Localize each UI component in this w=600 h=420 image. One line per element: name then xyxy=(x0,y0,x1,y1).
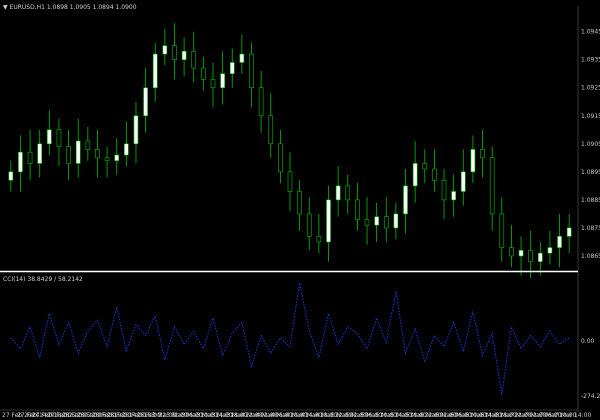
candle-body xyxy=(229,62,235,74)
candle-body xyxy=(181,50,187,60)
candle-body xyxy=(451,191,456,201)
candle-body xyxy=(480,149,485,159)
candle-body xyxy=(95,149,100,159)
price-label: 1.0915 xyxy=(581,113,600,120)
price-label: 1.0885 xyxy=(581,197,600,204)
candle-body xyxy=(133,115,139,145)
candle-body xyxy=(85,140,91,150)
price-label: 1.0875 xyxy=(581,225,600,232)
candle-body xyxy=(249,53,254,89)
candle-body xyxy=(306,213,312,237)
candle-body xyxy=(278,143,283,173)
cci-indicator-line xyxy=(10,282,570,396)
candle-body xyxy=(143,87,148,117)
candle-body xyxy=(393,213,399,229)
candle-body xyxy=(355,199,360,220)
candle-body xyxy=(287,171,293,192)
candle-body xyxy=(499,213,505,248)
candle-body xyxy=(56,129,62,147)
price-label: 1.0945 xyxy=(581,29,600,36)
time-label: 7 Mar 14:00 xyxy=(555,412,591,419)
candle-body xyxy=(538,252,543,262)
chart-canvas[interactable]: ▼ EURUSD,H1 1.0898 1.0905 1.0894 1.0900 1… xyxy=(0,0,600,420)
price-label: 1.0895 xyxy=(581,169,600,176)
symbol-info: ▼ EURUSD,H1 1.0898 1.0905 1.0894 1.0900 xyxy=(3,4,137,11)
candle-body xyxy=(509,247,514,257)
candle-body xyxy=(460,171,466,192)
price-label: 1.0865 xyxy=(581,253,600,260)
candle-body xyxy=(239,53,245,63)
candle-body xyxy=(220,73,225,89)
candle-body xyxy=(268,115,274,145)
candle-body xyxy=(172,45,177,60)
candle-body xyxy=(489,157,495,215)
candle-body xyxy=(557,236,562,248)
candle-body xyxy=(345,185,351,201)
candle-body xyxy=(152,53,158,89)
candle-body xyxy=(27,151,33,164)
candle-body xyxy=(518,250,524,257)
candle-body xyxy=(412,163,418,187)
candle-body xyxy=(364,219,370,226)
candle-body xyxy=(37,143,42,164)
candle-body xyxy=(104,157,110,161)
candle-body xyxy=(124,143,129,156)
indicator-min-label: -274.2796 xyxy=(581,393,600,400)
candle-body xyxy=(258,87,264,117)
candle-body xyxy=(326,199,331,243)
candle-body xyxy=(8,171,14,181)
indicator-zero-label: 0.00 xyxy=(581,338,595,345)
candle-body xyxy=(201,67,206,80)
candle-body xyxy=(335,185,341,201)
candle-body xyxy=(316,236,322,243)
candle-body xyxy=(66,146,71,164)
candle-body xyxy=(297,191,302,215)
candle-body xyxy=(470,149,476,173)
candle-body xyxy=(547,247,553,254)
candle-body xyxy=(528,250,533,262)
candle-body xyxy=(18,151,23,173)
candle-body xyxy=(191,50,197,69)
price-label: 1.0925 xyxy=(581,85,600,92)
candle-body xyxy=(566,227,572,237)
candle-body xyxy=(422,163,428,170)
candle-body xyxy=(47,129,52,145)
candle-body xyxy=(114,154,120,161)
price-label: 1.0935 xyxy=(581,57,600,64)
candle-body xyxy=(210,79,216,89)
candle-body xyxy=(383,216,389,229)
indicator-info: CCI(14) 38.8429 / 58.2142 xyxy=(3,276,83,283)
candle-body xyxy=(162,45,168,55)
candle-body xyxy=(441,179,447,201)
candle-body xyxy=(75,140,81,164)
price-label: 1.0905 xyxy=(581,141,600,148)
candle-body xyxy=(374,216,379,226)
candle-body xyxy=(403,185,408,215)
candle-body xyxy=(432,168,437,181)
